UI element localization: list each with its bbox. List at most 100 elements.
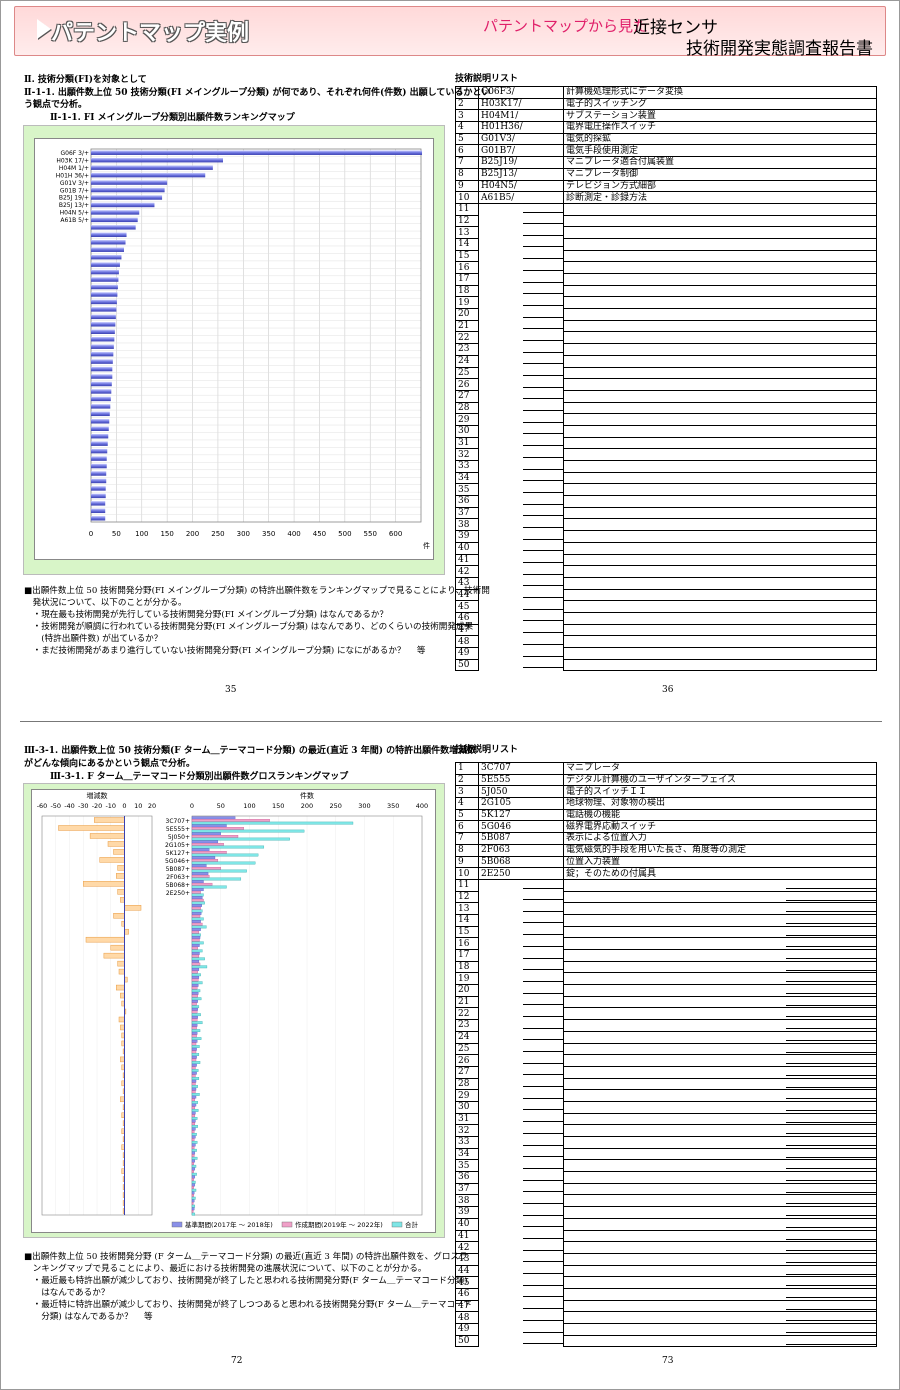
banner-subtitle-pink: パテントマップから見た (483, 17, 649, 35)
row-number: 41 (455, 1229, 479, 1243)
tick-label: 0 (89, 530, 93, 538)
analysis-heading-line1: Ⅱ-1-1. 出願件数上位 50 技術分類(FI メイングループ分類) が何であ… (24, 88, 491, 98)
table-row: 37 (455, 1182, 877, 1196)
change-bar (113, 849, 125, 855)
table-row: 19 (455, 972, 877, 986)
base-period-bar (191, 1199, 195, 1203)
recent-period-bar (191, 914, 201, 918)
row-number: 16 (455, 937, 479, 950)
total-bar (191, 1037, 202, 1040)
row-number: 40 (455, 541, 479, 555)
total-bar (191, 1077, 200, 1080)
base-period-bar (191, 1071, 197, 1075)
row-number: 25 (455, 366, 479, 380)
bar (91, 359, 113, 364)
classification-description (563, 1287, 877, 1301)
classification-code (478, 1335, 564, 1347)
total-bar (191, 1093, 200, 1096)
table-row: 13 (455, 226, 877, 239)
bar (91, 284, 118, 290)
table-row: 8 2F063 電気磁気的手段を用いた長さ、角度等の測定 (455, 843, 877, 857)
classification-description (563, 576, 877, 590)
table-row: 50 (455, 658, 877, 672)
classification-description: 電話機の機能 (563, 808, 877, 822)
table-row: 41 (455, 553, 877, 567)
legend-swatch (391, 1221, 403, 1228)
table-row: 30 (455, 1100, 877, 1114)
table-row: 12 (455, 214, 877, 228)
base-period-bar (191, 1159, 196, 1163)
row-number: 12 (455, 890, 479, 904)
total-bar (191, 957, 205, 961)
table-row: 32 (455, 448, 877, 461)
bar (91, 322, 116, 327)
classification-code (478, 914, 564, 927)
classification-description (563, 389, 877, 403)
base-period-bar (191, 1183, 196, 1187)
bar (91, 157, 223, 163)
table-row: 41 (455, 1229, 877, 1243)
recent-period-bar (191, 962, 201, 966)
category-label: 5E555+ (166, 826, 190, 833)
classification-code (478, 984, 564, 997)
table-row: 25 (455, 366, 877, 380)
table-row: 31 (455, 1112, 877, 1126)
classification-description (563, 1206, 877, 1219)
base-period-bar (191, 1039, 198, 1043)
tick-label: 200 (301, 802, 313, 810)
recent-period-bar (191, 1010, 198, 1014)
table-row: 9 H04N5/テレビジョン方式細部 (455, 179, 877, 193)
base-period-bar (191, 824, 227, 828)
recent-period-bar (191, 827, 244, 830)
classification-description (563, 1065, 877, 1079)
classification-description (563, 226, 877, 239)
row-number: 35 (455, 483, 479, 497)
bar (91, 314, 116, 320)
tick-label: 350 (262, 530, 275, 538)
recent-period-bar (191, 1002, 197, 1006)
row-number: 40 (455, 1217, 479, 1231)
classification-code: 3C707 (478, 762, 564, 775)
row-number: 44 (455, 1264, 479, 1278)
legend-swatch (281, 1221, 293, 1228)
total-bar (191, 1188, 197, 1192)
row-number: 29 (455, 413, 479, 426)
table-row: 44 (455, 588, 877, 602)
analysis-heading-line2: がどんな傾向にあるかという観点で分析。 (24, 759, 196, 769)
classification-description (563, 1077, 877, 1091)
tick-label: 100 (243, 802, 255, 810)
tick-label: 400 (287, 530, 300, 538)
recent-period-bar (191, 970, 198, 974)
recent-period-bar (191, 1186, 194, 1189)
row-number: 4 (455, 797, 479, 810)
base-period-bar (191, 904, 202, 907)
legend-label: 合計 (405, 1220, 419, 1229)
total-bar (191, 1212, 196, 1216)
classification-code (478, 238, 564, 251)
bar (91, 337, 115, 342)
recent-period-bar (191, 1058, 197, 1062)
classification-description (563, 635, 877, 648)
bar (91, 463, 107, 469)
bar (91, 344, 114, 349)
classification-code (478, 1171, 564, 1184)
classification-code (478, 367, 564, 379)
note-line: ・最近最も特許出願が減少しており、技術開発が終了したと思われる技術開発分野(F … (24, 1276, 468, 1286)
base-period-bar (191, 1079, 197, 1083)
table-row: 23 (455, 1019, 877, 1032)
classification-description: 電界電圧操作スイッチ (563, 121, 877, 134)
classification-code (478, 483, 564, 496)
classification-code (478, 320, 564, 332)
total-bar (191, 1053, 200, 1056)
change-bar (117, 960, 125, 967)
base-period-bar (191, 864, 207, 868)
gross-chart-area: 増減数 件数 -60 -50 -40 -30 -20 -10 0 10 20 0 50 100 150 200… (31, 789, 436, 1233)
category-label: H03K 17/+ (56, 157, 89, 164)
classification-code (478, 285, 564, 297)
total-bar (191, 1140, 198, 1144)
total-bar (191, 885, 227, 889)
classification-code (478, 355, 564, 367)
table-row: 12 (455, 890, 877, 904)
classification-description: 診断測定・診録方法 (563, 191, 877, 204)
tick-label: 300 (237, 530, 250, 538)
